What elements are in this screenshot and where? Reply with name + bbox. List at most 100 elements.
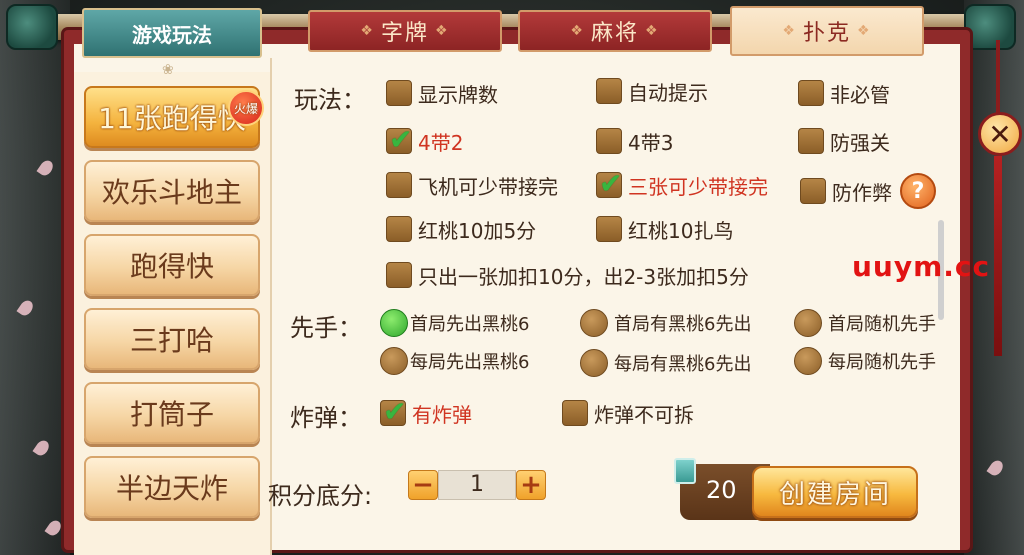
checkbox[interactable] <box>798 80 824 106</box>
ornament-icon: ❖ <box>857 23 872 39</box>
checkbox[interactable] <box>596 78 622 104</box>
option-bomb-unsplittable[interactable]: 炸弹不可拆 <box>562 398 694 428</box>
mode-item-datongzi[interactable]: 打筒子 <box>84 382 260 444</box>
option-every-round-spade6[interactable]: 每局先出黑桃6 <box>380 346 529 376</box>
option-label: 4带2 <box>418 130 464 155</box>
mode-item-label: 跑得快 <box>129 250 214 283</box>
rod-cap-right <box>964 4 1016 50</box>
option-heart10-zhaniao[interactable]: 红桃10扎鸟 <box>596 214 733 244</box>
option-every-round-has-spade6[interactable]: 每局有黑桃6先出 <box>580 348 751 378</box>
check-icon: ✔ <box>599 167 623 200</box>
option-label: 自动提示 <box>628 80 708 105</box>
ornament-icon: ❖ <box>360 23 375 39</box>
checkbox[interactable]: ✔ <box>380 395 406 428</box>
option-show-card-count[interactable]: 显示牌数 <box>386 78 498 108</box>
option-anti-cheat[interactable]: 防作弊 ? <box>800 173 936 209</box>
mode-item-label: 欢乐斗地主 <box>101 176 242 209</box>
mode-item-paodekuai[interactable]: 跑得快 <box>84 234 260 296</box>
bomb-section-label: 炸弹： <box>290 404 362 432</box>
option-anti-force-close[interactable]: 防强关 <box>798 126 890 156</box>
lantern-tassel <box>994 156 1002 356</box>
checkbox[interactable] <box>596 128 622 154</box>
hot-badge-label: 火爆 <box>233 101 258 116</box>
create-room-label: 创建房间 <box>778 479 891 510</box>
lantern-rope <box>996 40 1000 114</box>
check-icon: ✔ <box>389 123 413 156</box>
rod-cap-left <box>6 4 58 50</box>
help-icon[interactable]: ? <box>900 173 936 209</box>
option-label: 红桃10加5分 <box>418 218 537 243</box>
first-player-section-label: 先手： <box>290 314 362 342</box>
option-4-with-3[interactable]: 4带3 <box>596 126 673 156</box>
increment-button[interactable]: + <box>516 470 546 500</box>
create-room-button[interactable]: 创建房间 <box>752 466 918 518</box>
option-heart10-plus5[interactable]: 红桃10加5分 <box>386 214 536 244</box>
mode-item-label: 半边天炸 <box>115 472 228 505</box>
tab-majiang-label: 麻将 <box>590 21 639 46</box>
hot-badge: 火爆 <box>228 90 264 126</box>
ornament-icon: ❖ <box>570 23 585 39</box>
tab-game-rules-label: 游戏玩法 <box>132 22 212 47</box>
option-label: 显示牌数 <box>418 82 498 107</box>
option-4-with-2[interactable]: ✔ 4带2 <box>386 123 464 156</box>
tab-puke[interactable]: ❖ 扑克 ❖ <box>730 6 924 56</box>
close-button[interactable]: ✕ <box>978 112 1022 156</box>
option-label: 炸弹不可拆 <box>594 402 694 427</box>
ornament-icon: ❖ <box>782 23 797 39</box>
option-not-mandatory[interactable]: 非必管 <box>798 78 890 108</box>
option-label: 三张可少带接完 <box>628 174 768 199</box>
checkbox[interactable] <box>386 80 412 106</box>
checkbox[interactable] <box>386 216 412 242</box>
radio-button[interactable] <box>794 347 822 375</box>
tab-game-rules[interactable]: 游戏玩法 <box>82 8 262 58</box>
check-icon: ✔ <box>383 395 407 428</box>
option-triple-less-carry[interactable]: ✔ 三张可少带接完 <box>596 167 768 200</box>
checkbox[interactable] <box>386 172 412 198</box>
tab-majiang[interactable]: ❖ 麻将 ❖ <box>518 10 712 52</box>
mode-item-11zhang-paodekuai[interactable]: 11张跑得快 火爆 <box>84 86 264 148</box>
mode-item-sandaha[interactable]: 三打哈 <box>84 308 260 370</box>
decrement-button[interactable]: − <box>408 470 438 500</box>
checkbox[interactable] <box>596 216 622 242</box>
tab-zipai-label: 字牌 <box>380 21 429 46</box>
checkbox[interactable] <box>386 262 412 288</box>
tab-puke-label: 扑克 <box>802 21 851 46</box>
mode-item-banbiantianzha[interactable]: 半边天炸 <box>84 456 260 518</box>
option-label: 每局先出黑桃6 <box>410 352 530 373</box>
mode-item-label: 打筒子 <box>129 398 214 431</box>
option-every-round-random[interactable]: 每局随机先手 <box>794 346 936 376</box>
option-first-round-spade6[interactable]: 首局先出黑桃6 <box>380 308 529 338</box>
option-label: 飞机可少带接完 <box>418 174 558 199</box>
option-has-bomb[interactable]: ✔ 有炸弹 <box>380 395 472 428</box>
checkbox[interactable] <box>798 128 824 154</box>
radio-button[interactable] <box>580 349 608 377</box>
tab-zipai[interactable]: ❖ 字牌 ❖ <box>308 10 502 52</box>
option-label: 红桃10扎鸟 <box>628 218 734 243</box>
option-label: 只出一张加扣10分，出2-3张加扣5分 <box>418 264 749 289</box>
option-first-round-random[interactable]: 首局随机先手 <box>794 308 936 338</box>
option-single-card-penalty[interactable]: 只出一张加扣10分，出2-3张加扣5分 <box>386 260 749 290</box>
mode-item-label: 三打哈 <box>129 324 214 357</box>
rules-section-label: 玩法： <box>294 86 366 114</box>
option-label: 防强关 <box>830 130 890 155</box>
mode-item-huanle-doudizhu[interactable]: 欢乐斗地主 <box>84 160 260 222</box>
radio-button[interactable] <box>580 309 608 337</box>
checkbox[interactable] <box>800 178 826 204</box>
option-first-round-has-spade6[interactable]: 首局有黑桃6先出 <box>580 308 751 338</box>
option-label: 首局随机先手 <box>828 314 936 335</box>
option-auto-hint[interactable]: 自动提示 <box>596 76 708 106</box>
radio-button[interactable] <box>794 309 822 337</box>
room-card-icon <box>674 458 696 484</box>
option-plane-less-carry[interactable]: 飞机可少带接完 <box>386 170 558 200</box>
left-curtain-decoration <box>0 0 70 555</box>
room-card-count: 20 <box>706 476 737 504</box>
radio-button[interactable] <box>380 347 408 375</box>
ornament-icon: ❖ <box>645 23 660 39</box>
radio-button[interactable] <box>380 309 408 337</box>
option-label: 每局随机先手 <box>828 352 936 373</box>
checkbox[interactable]: ✔ <box>386 123 412 156</box>
checkbox[interactable]: ✔ <box>596 167 622 200</box>
option-label: 有炸弹 <box>412 402 472 427</box>
option-label: 首局先出黑桃6 <box>410 314 530 335</box>
checkbox[interactable] <box>562 400 588 426</box>
